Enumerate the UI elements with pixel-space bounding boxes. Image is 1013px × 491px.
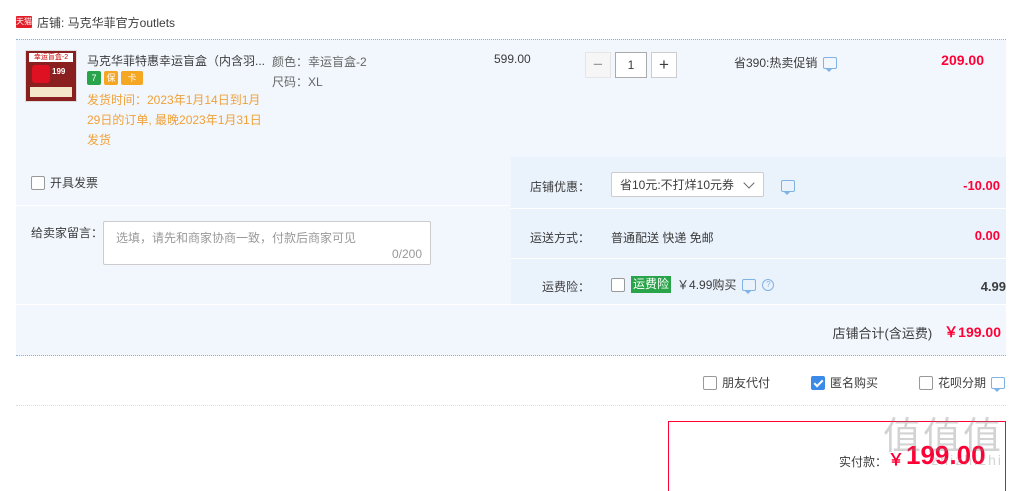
item-sku: 颜色：幸运盲盒-2 尺码：XL <box>272 52 367 92</box>
divider <box>511 208 1006 209</box>
shipping-method: 普通配送 快递 免邮 <box>611 231 714 245</box>
anonymous-option: 匿名购买 <box>811 374 878 391</box>
coupon-amount: -10.00 <box>963 178 1000 193</box>
invoice-label: 开具发票 <box>50 176 99 190</box>
huabei-option: 花呗分期 <box>919 374 1006 392</box>
help-icon[interactable]: ? <box>762 278 775 291</box>
shipping-time-note: 发货时间：2023年1月14日到1月29日的订单, 最晚2023年1月31日发货 <box>87 93 262 147</box>
guarantee-icon[interactable]: 保 <box>104 71 118 85</box>
insurance-label: 运费险： <box>541 280 590 294</box>
sku-color: 颜色：幸运盲盒-2 <box>272 55 367 69</box>
quantity-increase-button[interactable]: + <box>651 52 677 78</box>
payment-label: 实付款： <box>839 455 888 469</box>
item-service-tags: 7 保 卡 <box>87 71 143 85</box>
message-placeholder: 选填，请先和商家协商一致，付款后商家可见 <box>116 231 357 245</box>
friend-pay-label: 朋友代付 <box>722 376 771 390</box>
coupon-selected-value: 省10元:不打烊10元券 <box>620 178 735 192</box>
thumb-price: 199 <box>52 67 66 76</box>
insurance-tag: 运费险 <box>631 276 672 293</box>
invoice-option: 开具发票 <box>31 174 98 191</box>
credit-card-icon[interactable]: 卡 <box>121 71 143 85</box>
message-char-count: 0/200 <box>391 247 422 261</box>
divider <box>511 258 1006 259</box>
thumb-caption: 幸运盲盒-2 <box>29 53 73 62</box>
insurance-option: 运费险 ￥4.99购买 ? <box>611 276 775 294</box>
item-promo: 省390:热卖促销 <box>734 54 838 72</box>
shop-total-label: 店铺合计(含运费) <box>832 325 933 341</box>
promo-text: 省390:热卖促销 <box>734 56 818 70</box>
chat-bubble-icon[interactable] <box>781 180 795 195</box>
quantity-input[interactable]: 1 <box>615 52 647 78</box>
chat-bubble-icon[interactable] <box>742 278 757 294</box>
message-label: 给卖家留言： <box>31 226 104 240</box>
sku-size: 尺码：XL <box>272 75 323 89</box>
chevron-down-icon <box>743 177 755 189</box>
item-subtotal: 209.00 <box>941 52 984 68</box>
quantity-stepper: − 1 + <box>585 52 677 78</box>
anonymous-checkbox[interactable] <box>811 375 825 390</box>
item-title-link[interactable]: 马克华菲特惠幸运盲盒（内含羽... <box>87 52 267 69</box>
anonymous-label: 匿名购买 <box>830 376 879 390</box>
thumb-banner <box>30 87 72 97</box>
insurance-amount: 4.99 <box>980 279 1006 294</box>
shipping-amount: 0.00 <box>974 228 1000 243</box>
tmall-badge-icon: 天猫 <box>16 16 32 28</box>
shipping-label: 运送方式： <box>529 231 590 245</box>
divider <box>16 304 1006 305</box>
unit-price: 599.00 <box>494 52 531 66</box>
chat-bubble-icon[interactable] <box>823 56 838 72</box>
coupon-select[interactable]: 省10元:不打烊10元券 <box>611 172 764 197</box>
coupon-label: 店铺优惠： <box>529 180 590 194</box>
invoice-checkbox[interactable] <box>31 175 45 190</box>
watermark-subtext: zhizhizhi <box>931 452 1003 468</box>
insurance-price: ￥4.99购买 <box>677 278 737 292</box>
divider <box>16 405 1006 407</box>
seller-message-input[interactable]: 选填，请先和商家协商一致，付款后商家可见 0/200 <box>103 221 431 265</box>
order-item-row: 幸运盲盒-2 199 马克华菲特惠幸运盲盒（内含羽... 7 保 卡 发货时间：… <box>16 39 1006 157</box>
insurance-checkbox[interactable] <box>611 277 625 292</box>
friend-pay-checkbox[interactable] <box>703 375 717 390</box>
shop-total: 店铺合计(含运费) ￥199.00 <box>833 322 1002 342</box>
huabei-label: 花呗分期 <box>938 376 987 390</box>
friend-pay-option: 朋友代付 <box>703 374 770 391</box>
seven-day-return-icon[interactable]: 7 <box>87 71 101 85</box>
shop-header: 天猫 店铺: 马克华菲官方outlets <box>16 12 175 32</box>
shop-total-value: ￥199.00 <box>944 324 1001 340</box>
chat-bubble-icon[interactable] <box>991 376 1006 392</box>
gift-box-icon <box>32 65 50 83</box>
shop-name-link[interactable]: 店铺: 马克华菲官方outlets <box>37 14 175 31</box>
quantity-decrease-button[interactable]: − <box>585 52 611 78</box>
divider <box>16 205 510 206</box>
huabei-checkbox[interactable] <box>919 375 933 390</box>
item-thumbnail[interactable]: 幸运盲盒-2 199 <box>25 50 77 102</box>
